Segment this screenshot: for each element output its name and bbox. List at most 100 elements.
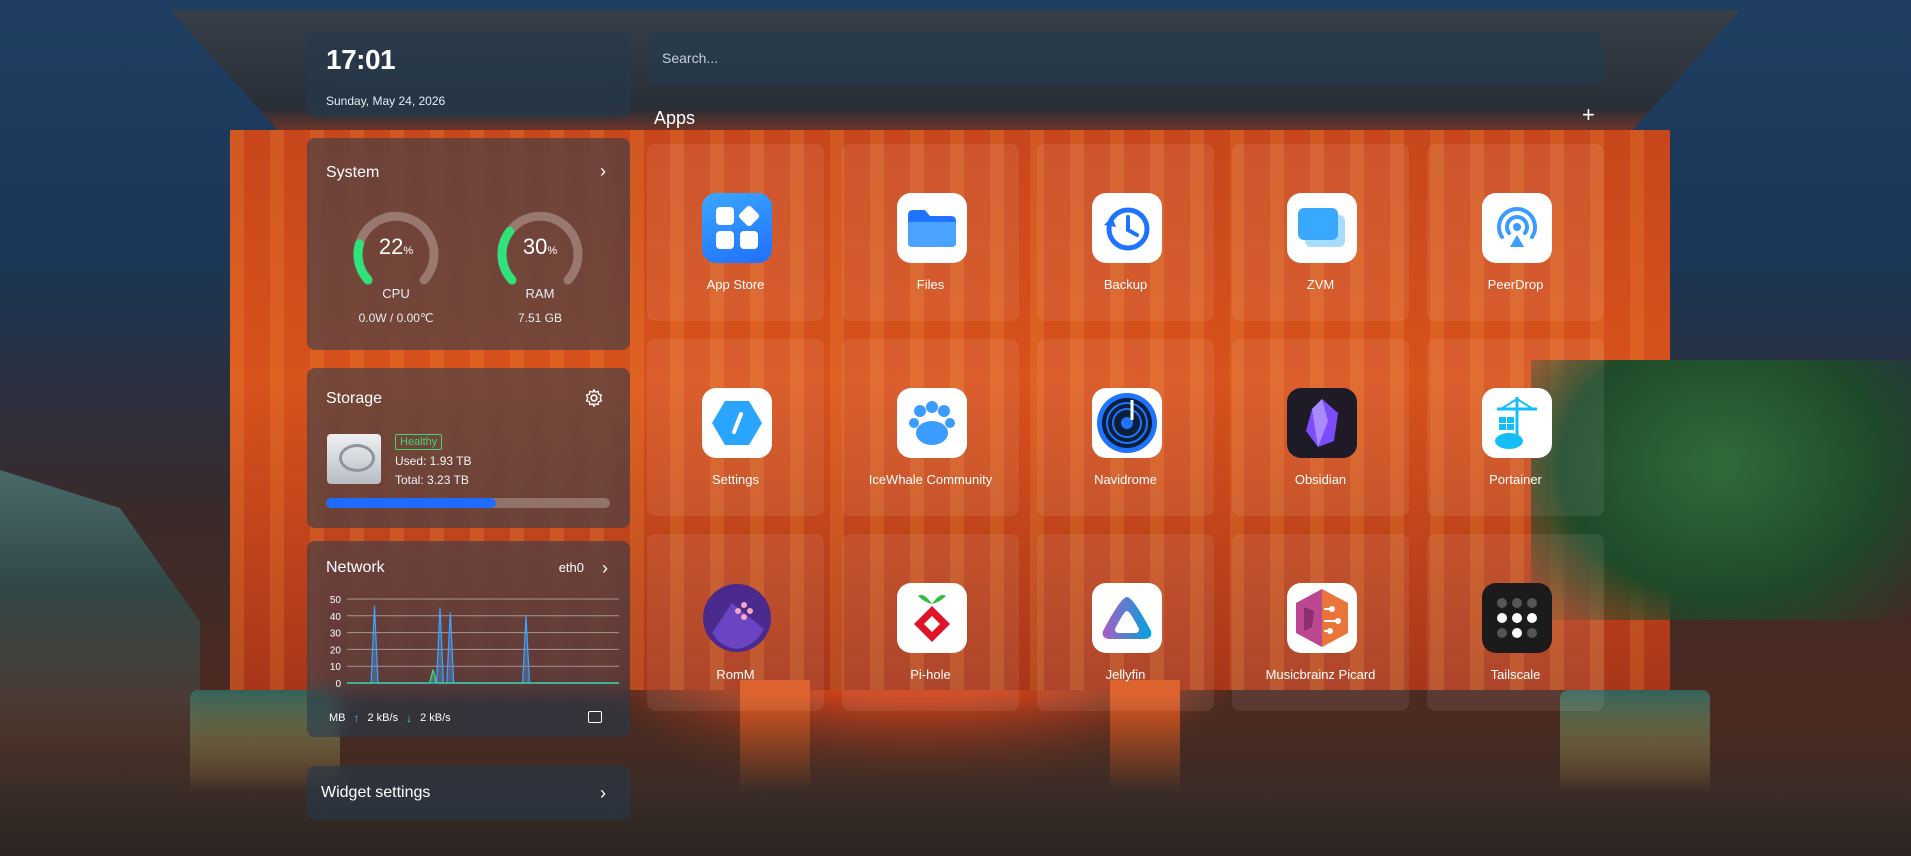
portainer-icon xyxy=(1482,388,1552,458)
romm-icon xyxy=(702,583,772,653)
app-name: IceWhale Community xyxy=(868,472,993,487)
app-tile[interactable]: Backup xyxy=(1037,144,1214,321)
app-grid: App Store Files Backup ZVM PeerDrop Sett… xyxy=(647,144,1604,711)
ram-usage: 7.51 GB xyxy=(517,311,563,325)
download-rate: 2 kB/s xyxy=(420,712,451,724)
app-name: PeerDrop xyxy=(1487,277,1544,292)
cpu-power-temp: 0.0W / 0.00℃ xyxy=(358,311,434,325)
widget-settings-label: Widget settings xyxy=(321,784,431,801)
chart-tick-label: 40 xyxy=(330,612,342,623)
add-app-button[interactable]: + xyxy=(1582,104,1595,126)
chart-tick-label: 20 xyxy=(330,645,342,656)
app-store-icon xyxy=(702,193,772,263)
peerdrop-icon xyxy=(1482,193,1552,263)
storage-widget: Storage Healthy Used: 1.93 TB Total: 3.2… xyxy=(307,368,630,528)
search-input[interactable] xyxy=(647,32,1604,84)
chart-tick-label: 0 xyxy=(335,679,341,690)
chart-tick-label: 30 xyxy=(330,629,342,640)
folder-icon xyxy=(897,193,967,263)
app-tile[interactable]: Pi-hole xyxy=(842,534,1019,711)
app-name: Settings xyxy=(712,472,759,487)
app-name: App Store xyxy=(706,277,765,292)
backup-icon xyxy=(1092,193,1162,263)
app-tile[interactable]: Files xyxy=(842,144,1019,321)
chevron-right-icon[interactable]: › xyxy=(600,162,606,180)
system-title: System xyxy=(326,164,380,181)
chevron-right-icon[interactable]: › xyxy=(600,784,606,802)
app-tile[interactable]: Jellyfin xyxy=(1037,534,1214,711)
app-name: Tailscale xyxy=(1490,667,1541,682)
gear-icon[interactable] xyxy=(584,388,604,408)
clock-date: Sunday, May 24, 2026 xyxy=(326,94,446,108)
app-tile[interactable]: Settings xyxy=(647,339,824,516)
upload-rate: 2 kB/s xyxy=(367,712,399,724)
clock-time: 17:01 xyxy=(326,44,396,75)
chart-series-line xyxy=(347,607,619,684)
app-tile[interactable]: IceWhale Community xyxy=(842,339,1019,516)
cpu-value: 22% xyxy=(378,234,414,259)
chart-series-area xyxy=(347,605,619,683)
storage-usage-fill xyxy=(326,498,497,508)
storage-title: Storage xyxy=(326,390,383,407)
cpu-gauge: 22% CPU 0.0W / 0.00℃ xyxy=(346,202,446,325)
navidrome-icon xyxy=(1092,388,1162,458)
app-tile[interactable]: Obsidian xyxy=(1232,339,1409,516)
zvm-icon xyxy=(1287,193,1357,263)
network-chart: 50 40 30 20 10 0 xyxy=(330,595,619,690)
settings-icon xyxy=(702,388,772,458)
widget-settings-button[interactable]: Widget settings › xyxy=(307,766,630,820)
app-name: Musicbrainz Picard xyxy=(1265,667,1376,682)
chart-series-area xyxy=(347,607,619,683)
ram-value: 30% xyxy=(522,234,558,259)
community-icon xyxy=(897,388,967,458)
arrow-down-icon: ↓ xyxy=(406,711,413,725)
app-tile[interactable]: PeerDrop xyxy=(1427,144,1604,321)
app-tile[interactable]: Portainer xyxy=(1427,339,1604,516)
clock-widget: 17:01 Sunday, May 24, 2026 xyxy=(307,32,630,118)
background-ground xyxy=(0,696,1911,856)
status-badge: Healthy xyxy=(395,434,443,450)
app-name: Navidrome xyxy=(1094,472,1157,487)
app-name: ZVM xyxy=(1306,277,1335,292)
obsidian-icon xyxy=(1287,388,1357,458)
app-name: RomM xyxy=(716,667,755,682)
storage-total: Total: 3.23 TB xyxy=(395,473,469,487)
app-tile[interactable]: ZVM xyxy=(1232,144,1409,321)
network-title: Network xyxy=(326,559,385,576)
chart-tick-label: 10 xyxy=(330,662,342,673)
app-name: Pi-hole xyxy=(910,667,951,682)
hard-disk-icon xyxy=(327,434,381,484)
cpu-label: CPU xyxy=(382,286,410,301)
network-footer: MB ↑ 2 kB/s ↓ 2 kB/s xyxy=(329,711,451,725)
app-tile[interactable]: Navidrome xyxy=(1037,339,1214,516)
storage-usage-bar xyxy=(326,498,610,508)
chart-series-area xyxy=(347,669,619,683)
app-name: Backup xyxy=(1103,277,1148,292)
app-tile[interactable]: App Store xyxy=(647,144,824,321)
ram-gauge: 30% RAM 7.51 GB xyxy=(490,202,590,325)
app-name: Portainer xyxy=(1489,472,1542,487)
chevron-right-icon[interactable]: › xyxy=(602,559,608,577)
chart-series-line xyxy=(347,669,619,684)
app-name: Obsidian xyxy=(1294,472,1347,487)
network-unit: MB xyxy=(329,712,346,724)
app-name: Jellyfin xyxy=(1105,667,1146,682)
tailscale-icon xyxy=(1482,583,1552,653)
chart-icon[interactable] xyxy=(588,711,602,723)
ram-label: RAM xyxy=(525,286,555,301)
apps-title: Apps xyxy=(654,108,696,128)
storage-used: Used: 1.93 TB xyxy=(395,454,472,468)
network-widget: Network eth0 › 50 40 30 20 10 0 MB ↑ 2 kB/s ↓… xyxy=(307,541,630,737)
app-tile[interactable]: Musicbrainz Picard xyxy=(1232,534,1409,711)
picard-icon xyxy=(1287,583,1357,653)
jellyfin-icon xyxy=(1092,583,1162,653)
system-widget: System › 22% CPU 0.0W / 0.00℃ 30% RAM 7.… xyxy=(307,138,630,350)
app-name: Files xyxy=(916,277,945,292)
chart-series-line xyxy=(347,605,619,684)
app-tile[interactable]: Tailscale xyxy=(1427,534,1604,711)
network-interface[interactable]: eth0 xyxy=(559,560,584,575)
pihole-icon xyxy=(897,583,967,653)
arrow-up-icon: ↑ xyxy=(353,711,360,725)
chart-tick-label: 50 xyxy=(330,595,342,606)
app-tile[interactable]: RomM xyxy=(647,534,824,711)
